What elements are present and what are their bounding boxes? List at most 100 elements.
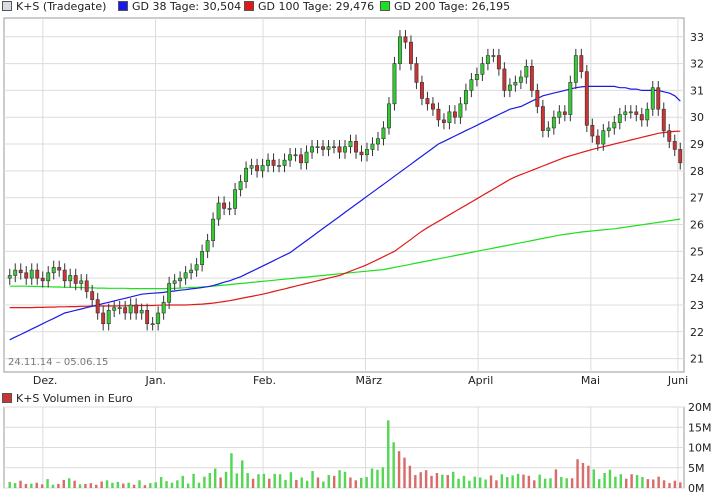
candle-up: [513, 82, 518, 86]
volume-bar: [343, 471, 347, 488]
volume-bar: [495, 480, 498, 488]
volume-bar: [581, 462, 585, 488]
volume-bar: [300, 477, 303, 488]
candle-up: [524, 65, 529, 78]
candle-up: [227, 208, 232, 210]
y-tick-label: 30: [690, 111, 704, 124]
volume-bar: [533, 480, 536, 488]
candle-down: [634, 111, 639, 115]
candle-up: [315, 146, 320, 149]
candle-up: [573, 55, 578, 83]
volume-bar: [273, 473, 276, 488]
candle-up: [381, 127, 386, 139]
volume-bar: [219, 477, 222, 488]
volume-bar: [365, 477, 368, 488]
candle-up: [474, 74, 479, 80]
candle-up: [480, 63, 485, 75]
volume-bar: [392, 442, 395, 488]
volume-bar: [19, 480, 22, 488]
volume-bar: [51, 484, 55, 488]
candle-down: [562, 111, 567, 115]
candle-down: [419, 82, 424, 99]
volume-bar: [316, 477, 320, 488]
volume-bar: [170, 482, 174, 488]
volume-bar: [235, 473, 239, 488]
volume-bar: [662, 480, 666, 488]
volume-bar: [176, 480, 179, 488]
volume-bar: [403, 457, 406, 488]
legend-swatch-sma100: [244, 1, 254, 11]
volume-bar: [67, 478, 71, 488]
volume-title-label: K+S Volumen in Euro: [16, 392, 133, 405]
volume-bar: [597, 479, 601, 488]
volume-bar: [554, 469, 558, 488]
candle-up: [343, 146, 347, 153]
candle-up: [623, 111, 628, 115]
volume-bar: [468, 480, 471, 488]
volume-bar: [251, 478, 255, 488]
volume-bar: [138, 480, 141, 488]
volume-bar: [78, 484, 82, 488]
candle-down: [57, 267, 62, 271]
volume-swatch: [2, 393, 12, 403]
volume-bar: [370, 468, 374, 488]
volume-bar: [46, 479, 49, 488]
volume-bar: [24, 483, 28, 488]
candle-down: [661, 108, 666, 131]
volume-bar: [679, 482, 682, 488]
volume-bar: [587, 465, 590, 488]
volume-bar: [224, 471, 228, 488]
candle-down: [255, 165, 260, 172]
volume-bar: [381, 467, 385, 488]
volume-bar: [500, 474, 504, 488]
volume-bar: [646, 479, 650, 488]
volume-bar: [181, 475, 184, 488]
volume-bar: [122, 483, 125, 488]
volume-bar: [111, 482, 114, 488]
volume-bar: [354, 480, 358, 488]
x-tick-label: Feb.: [253, 374, 276, 387]
candle-down: [62, 269, 67, 282]
volume-bar: [278, 474, 282, 488]
y-tick-label: 28: [690, 165, 704, 178]
legend-item-sma200: GD 200 Tage: 26,195: [380, 0, 510, 14]
y-tick-label: 24: [690, 272, 704, 285]
candle-up: [106, 310, 111, 325]
candle-up: [13, 269, 18, 276]
candle-up: [387, 103, 391, 129]
volume-bar: [35, 482, 38, 488]
legend-label-sma100: GD 100 Tage: 29,476: [258, 0, 375, 13]
legend-label-sma38: GD 38 Tage: 30,504: [132, 0, 242, 13]
candle-up: [485, 55, 490, 64]
volume-bar: [570, 478, 574, 488]
candle-down: [337, 146, 342, 153]
candle-down: [678, 149, 683, 164]
volume-bar: [197, 482, 201, 488]
volume-bar: [608, 469, 612, 488]
volume-bar: [408, 465, 412, 488]
volume-bar: [516, 473, 520, 488]
x-tick-label: März: [355, 374, 382, 387]
x-tick-label: Mai: [581, 374, 600, 387]
candle-up: [398, 36, 402, 64]
x-tick-label: Dez.: [33, 374, 58, 387]
candle-up: [365, 149, 369, 156]
candle-down: [584, 71, 589, 126]
volume-y-tick-label: 5M: [688, 462, 705, 475]
candle-down: [436, 108, 441, 121]
candle-up: [606, 127, 611, 131]
candle-up: [491, 55, 496, 57]
candle-up: [79, 280, 84, 284]
candle-up: [178, 277, 183, 282]
candle-up: [117, 307, 122, 309]
volume-bar: [446, 475, 449, 488]
candle-up: [161, 301, 166, 314]
candle-up: [463, 90, 468, 105]
volume-bar: [419, 472, 422, 488]
volume-bar: [506, 477, 509, 488]
volume-bar: [603, 473, 606, 488]
volume-bar: [338, 470, 341, 488]
volume-bar: [192, 473, 195, 488]
volume-bar: [441, 474, 444, 488]
volume-bar: [154, 482, 157, 488]
